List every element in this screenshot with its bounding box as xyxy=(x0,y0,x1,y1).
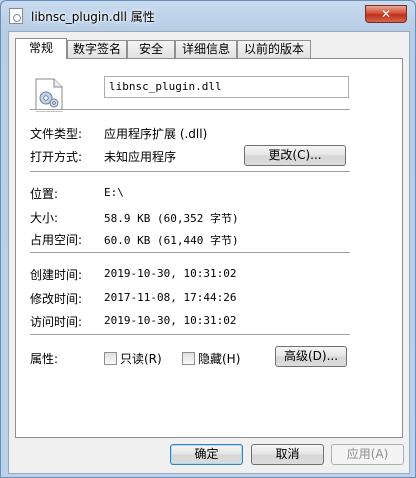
dialog-client: 常规 数字签名 安全 详细信息 以前的版本 libnsc_plugin.dll … xyxy=(8,31,410,474)
dll-file-icon xyxy=(35,78,63,112)
location-label: 位置: xyxy=(30,187,59,201)
file-type-value: 应用程序扩展 (.dll) xyxy=(104,127,208,141)
advanced-button[interactable]: 高级(D)... xyxy=(275,346,347,367)
divider xyxy=(30,252,350,254)
readonly-checkbox[interactable] xyxy=(104,352,117,365)
tab-security[interactable]: 安全 xyxy=(127,40,175,58)
file-name-input[interactable]: libnsc_plugin.dll xyxy=(104,76,349,98)
attributes-label: 属性: xyxy=(30,352,59,366)
divider xyxy=(30,171,350,173)
dialog-buttons: 确定 取消 应用(A) xyxy=(9,444,409,470)
accessed-value: 2019-10-30, 10:31:02 xyxy=(104,314,237,327)
tab-previous-versions[interactable]: 以前的版本 xyxy=(237,40,311,58)
general-panel: libnsc_plugin.dll 文件类型: 应用程序扩展 (.dll) 打开… xyxy=(15,58,403,438)
opens-with-label: 打开方式: xyxy=(30,150,83,164)
divider xyxy=(30,334,350,336)
cancel-button[interactable]: 取消 xyxy=(251,444,324,465)
modified-label: 修改时间: xyxy=(30,292,83,306)
file-type-label: 文件类型: xyxy=(30,127,83,141)
opens-with-value: 未知应用程序 xyxy=(104,150,177,164)
change-button[interactable]: 更改(C)... xyxy=(244,145,346,166)
close-button[interactable]: ✕ xyxy=(365,5,407,23)
hidden-checkbox[interactable] xyxy=(182,352,195,365)
hidden-label[interactable]: 隐藏(H) xyxy=(198,350,240,367)
tab-details[interactable]: 详细信息 xyxy=(175,40,237,58)
size-value: 58.9 KB (60,352 字节) xyxy=(104,212,239,225)
created-value: 2019-10-30, 10:31:02 xyxy=(104,267,237,280)
properties-window: libnsc_plugin.dll 属性 ✕ 常规 数字签名 安全 详细信息 以… xyxy=(0,0,416,478)
divider xyxy=(30,109,350,111)
apply-button[interactable]: 应用(A) xyxy=(331,444,404,465)
size-label: 大小: xyxy=(30,211,59,225)
tab-digital-signatures[interactable]: 数字签名 xyxy=(67,40,127,58)
created-label: 创建时间: xyxy=(30,268,83,282)
location-value: E:\ xyxy=(104,186,124,199)
size-on-disk-value: 60.0 KB (61,440 字节) xyxy=(104,234,239,247)
title-bar[interactable]: libnsc_plugin.dll 属性 ✕ xyxy=(1,1,415,31)
dll-file-icon xyxy=(9,8,23,24)
window-title: libnsc_plugin.dll 属性 xyxy=(31,10,155,24)
tab-general[interactable]: 常规 xyxy=(15,38,67,59)
close-icon: ✕ xyxy=(380,7,392,21)
readonly-label[interactable]: 只读(R) xyxy=(120,350,162,367)
tab-strip: 常规 数字签名 安全 详细信息 以前的版本 xyxy=(15,38,405,59)
modified-value: 2017-11-08, 17:44:26 xyxy=(104,291,237,304)
size-on-disk-label: 占用空间: xyxy=(30,233,83,247)
ok-button[interactable]: 确定 xyxy=(170,444,243,465)
accessed-label: 访问时间: xyxy=(30,315,83,329)
